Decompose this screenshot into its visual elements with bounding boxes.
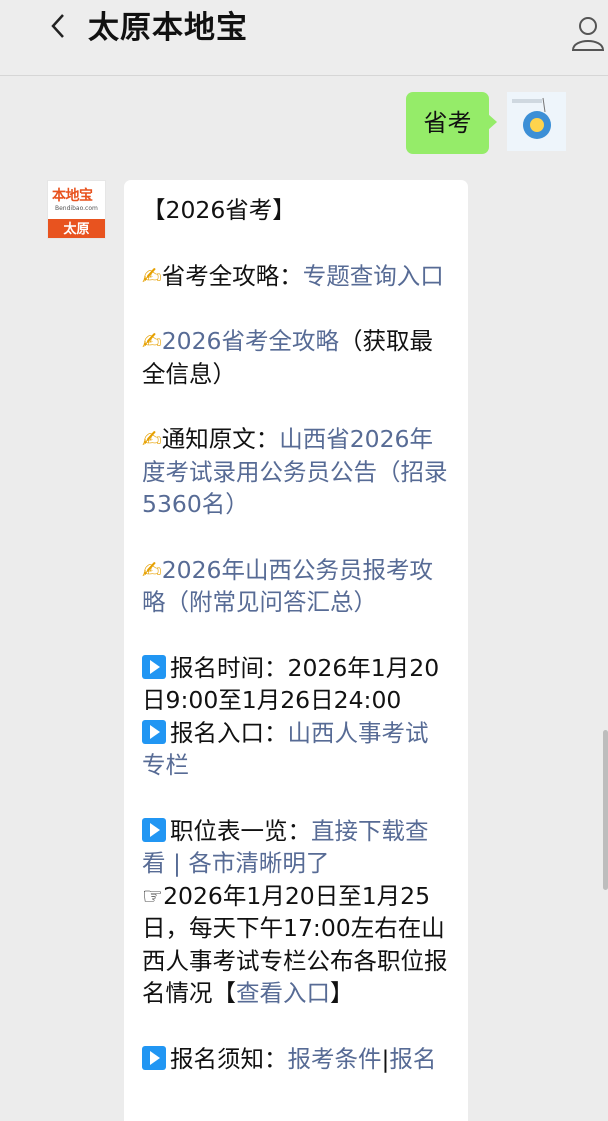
rules: 报名须知：报考条件|报名 [142,1043,448,1076]
rules-label: 报名须知： [170,1044,288,1073]
back-arrow-icon[interactable] [44,6,74,42]
chat-title: 太原本地宝 [88,10,248,46]
positions-label: 职位表一览： [170,816,311,845]
list-item: ✍省考全攻略：专题查询入口 [142,260,448,293]
signup-link[interactable]: 报名 [389,1045,436,1073]
notice-suffix: 】 [330,979,354,1007]
logo-brand: 本地宝 [52,188,93,204]
notice: ☞2026年1月20日至1月25日，每天下午17:00左右在山西人事考试专栏公布… [142,880,448,1010]
signup-entry: 报名入口：山西人事考试专栏 [142,717,448,782]
play-icon [142,1045,166,1070]
list-item: ✍2026省考全攻略（获取最全信息） [142,325,448,390]
topic-query-link[interactable]: 专题查询入口 [303,262,444,290]
outgoing-message[interactable]: 省考 [406,92,497,154]
city-link[interactable]: 各市清晰明了 [188,849,329,877]
incoming-message: 【2026省考】 ✍省考全攻略：专题查询入口 ✍2026省考全攻略（获取最全信息… [124,180,468,1121]
item-label: 省考全攻略： [161,261,303,290]
conditions-link[interactable]: 报考条件 [288,1045,382,1073]
scrollbar[interactable] [603,730,608,890]
link-separator: | [165,849,189,877]
logo-city: 太原 [48,219,105,238]
user-avatar[interactable] [507,92,566,151]
item-label: 通知原文： [161,425,280,453]
list-item: ✍2026年山西公务员报考攻略（附常见问答汇总） [142,554,448,619]
pen-icon: ✍ [142,555,162,584]
signup-entry-label: 报名入口： [170,718,288,747]
avatar-image [507,92,566,151]
pen-icon: ✍ [142,425,162,453]
signup-time: 报名时间：2026年1月20日9:00至1月26日24:00 [142,652,448,717]
play-icon [142,654,166,679]
top-bar: 太原本地宝 [0,0,608,76]
list-item: ✍通知原文：山西省2026年度考试录用公务员公告（招录5360名） [142,423,448,521]
logo-domain: Bendibao.com [55,205,98,212]
signup-time-label: 报名时间： [170,653,288,682]
profile-icon[interactable] [570,14,606,52]
guide-link[interactable]: 2026省考全攻略 [162,327,339,355]
play-icon [142,817,166,842]
pen-icon: ✍ [142,261,162,290]
play-icon [142,719,166,744]
pen-icon: ✍ [142,327,162,355]
strategy-link[interactable]: 2026年山西公务员报考攻略（附常见问答汇总） [142,556,433,617]
positions: 职位表一览：直接下载查看 | 各市清晰明了 [142,815,448,880]
message-heading: 【2026省考】 [142,196,296,224]
view-entry-link[interactable]: 查看入口 [236,979,330,1007]
bot-avatar[interactable]: 本地宝 Bendibao.com 太原 [47,180,106,239]
